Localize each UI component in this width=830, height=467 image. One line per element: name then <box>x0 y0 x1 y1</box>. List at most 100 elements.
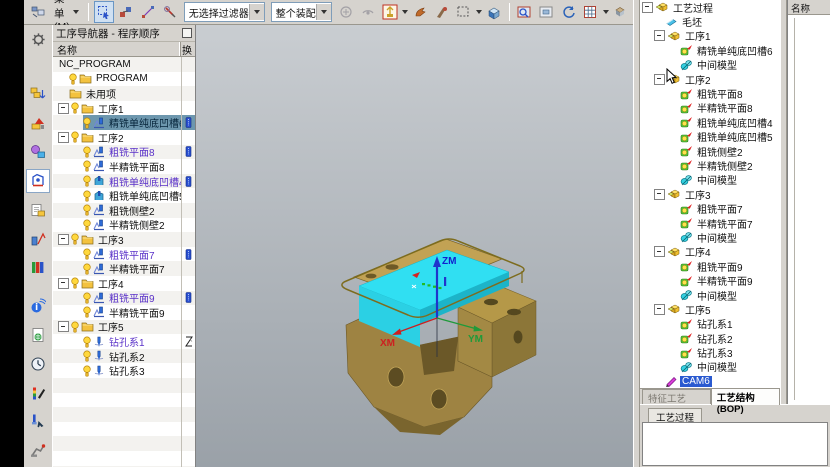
process-row[interactable]: 半精铣平面9 <box>640 273 780 287</box>
chevron-down-icon[interactable] <box>476 10 482 14</box>
tree-collapse-icon[interactable] <box>654 246 665 257</box>
geometry-view-icon[interactable] <box>26 140 50 164</box>
html-report-icon[interactable] <box>26 323 50 347</box>
navigator-row[interactable]: 工序5 <box>53 320 195 335</box>
process-row[interactable]: 半精铣平面8 <box>640 101 780 115</box>
tree-collapse-icon[interactable] <box>654 189 665 200</box>
highlight-select-button[interactable] <box>94 1 114 23</box>
process-row[interactable]: 半精铣平面7 <box>640 216 780 230</box>
assistant-info-icon[interactable] <box>26 294 50 318</box>
process-row[interactable]: 工序4 <box>640 245 780 259</box>
fit-view-button[interactable] <box>537 1 557 23</box>
process-row[interactable]: 粗铣侧壁2 <box>640 144 780 158</box>
section-view-button[interactable] <box>611 1 631 23</box>
process-row[interactable]: 半精铣侧壁2 <box>640 158 780 172</box>
navigator-row[interactable]: 钻孔系3 <box>53 363 195 378</box>
navigator-row[interactable]: 工序1 <box>53 101 195 116</box>
tree-collapse-icon[interactable] <box>58 234 69 245</box>
navigator-row[interactable]: PROGRAM <box>53 72 195 87</box>
process-row[interactable]: 工序1 <box>640 29 780 43</box>
selection-filter-dropdown[interactable]: 无选择过滤器 <box>184 2 265 22</box>
assembly-constraint-button[interactable] <box>432 1 452 23</box>
navigator-row[interactable]: 半精铣平面7 <box>53 261 195 276</box>
process-row[interactable]: 中间模型 <box>640 230 780 244</box>
process-row[interactable]: 粗铣平面8 <box>640 86 780 100</box>
process-row[interactable]: 精铣单纯底凹槽6 <box>640 43 780 57</box>
process-row[interactable]: 毛坯 <box>640 14 780 28</box>
selection-scope-dropdown[interactable]: 整个装配 <box>271 2 332 22</box>
process-row[interactable]: 中间模型 <box>640 173 780 187</box>
process-row[interactable]: 粗铣单纯底凹槽5 <box>640 130 780 144</box>
layer-settings-button[interactable] <box>581 1 601 23</box>
lasso-select-button[interactable] <box>454 1 474 23</box>
shop-documentation-icon[interactable] <box>26 198 50 222</box>
navigator-row[interactable]: 粗铣侧壁2 <box>53 203 195 218</box>
show-hide-button[interactable] <box>336 1 356 23</box>
tree-collapse-icon[interactable] <box>654 30 665 41</box>
app-grid-icon[interactable] <box>28 1 48 23</box>
3d-viewport[interactable]: ZM XM YM <box>196 25 633 467</box>
column-header-toolchange[interactable]: 换 <box>181 42 195 56</box>
unhide-button[interactable] <box>358 1 378 23</box>
move-component-button[interactable] <box>380 1 400 23</box>
navigator-row[interactable]: 未用项 <box>53 86 195 101</box>
navigator-row[interactable]: 粗铣单纯底凹槽4 <box>53 174 195 189</box>
navigator-row[interactable]: 工序2 <box>53 130 195 145</box>
navigator-row[interactable]: 粗铣平面8 <box>53 145 195 160</box>
deselect-button[interactable] <box>160 1 180 23</box>
process-row[interactable]: 钻孔系1 <box>640 317 780 331</box>
column-header-name[interactable]: 名称 <box>53 42 181 56</box>
navigator-row[interactable]: 工序4 <box>53 276 195 291</box>
process-row[interactable]: 中间模型 <box>640 360 780 374</box>
navigator-row[interactable]: 工序3 <box>53 232 195 247</box>
tool-path-visualize-icon[interactable] <box>26 227 50 251</box>
tab-feature-process-bop[interactable]: 特征工艺(BOP) <box>642 389 711 404</box>
tree-collapse-icon[interactable] <box>58 132 69 143</box>
navigator-row[interactable]: 半精铣侧壁2 <box>53 218 195 233</box>
robot-icon[interactable] <box>26 438 50 462</box>
settings-gear-icon[interactable] <box>26 28 50 52</box>
process-row[interactable]: 中间模型 <box>640 58 780 72</box>
work-box-icon[interactable] <box>484 1 504 23</box>
process-row[interactable]: 钻孔系2 <box>640 331 780 345</box>
panel-float-button[interactable] <box>182 28 192 38</box>
navigator-row[interactable]: 粗铣平面7 <box>53 247 195 262</box>
process-row[interactable]: 工序5 <box>640 302 780 316</box>
process-row[interactable]: 工序2 <box>640 72 780 86</box>
navigator-row[interactable]: 粗铣单纯底凹槽5 <box>53 188 195 203</box>
navigator-row[interactable]: 粗铣平面9 <box>53 291 195 306</box>
related-select-button[interactable] <box>116 1 136 23</box>
process-row[interactable]: 粗铣平面7 <box>640 201 780 215</box>
zoom-window-button[interactable] <box>515 1 535 23</box>
navigator-row[interactable]: 半精铣平面9 <box>53 305 195 320</box>
snap-point-button[interactable] <box>138 1 158 23</box>
menu-button[interactable]: 菜单(M) <box>50 2 83 22</box>
process-row[interactable]: 工艺过程 <box>640 0 780 14</box>
process-row[interactable]: 工序3 <box>640 187 780 201</box>
process-row[interactable]: 粗铣单纯底凹槽4 <box>640 115 780 129</box>
tree-collapse-icon[interactable] <box>642 2 653 13</box>
process-row[interactable]: 中间模型 <box>640 288 780 302</box>
process-row[interactable]: 钻孔系3 <box>640 345 780 359</box>
machining-method-view-icon[interactable] <box>26 169 50 193</box>
touch-mode-icon[interactable] <box>26 409 50 433</box>
tree-collapse-icon[interactable] <box>654 74 665 85</box>
tree-collapse-icon[interactable] <box>654 304 665 315</box>
navigator-row[interactable]: 半精铣平面8 <box>53 159 195 174</box>
navigator-row[interactable]: 钻孔系2 <box>53 349 195 364</box>
tree-collapse-icon[interactable] <box>58 321 69 332</box>
tree-collapse-icon[interactable] <box>58 103 69 114</box>
drag-component-button[interactable] <box>410 1 430 23</box>
tab-process[interactable]: 工艺过程 <box>648 408 702 422</box>
chevron-down-icon[interactable] <box>603 10 609 14</box>
process-row[interactable]: CAM6 <box>640 374 780 388</box>
refresh-button[interactable] <box>559 1 579 23</box>
navigator-row[interactable]: NC_PROGRAM <box>53 57 195 72</box>
tab-process-structure-bop[interactable]: 工艺结构(BOP) <box>711 388 780 405</box>
library-icon[interactable] <box>26 255 50 279</box>
panel-splitter[interactable] <box>633 0 640 467</box>
navigator-row[interactable]: 精铣单纯底凹槽6 <box>53 115 195 130</box>
program-order-view-icon[interactable] <box>26 83 50 107</box>
process-row[interactable]: 粗铣平面9 <box>640 259 780 273</box>
customer-feedback-icon[interactable] <box>26 381 50 405</box>
